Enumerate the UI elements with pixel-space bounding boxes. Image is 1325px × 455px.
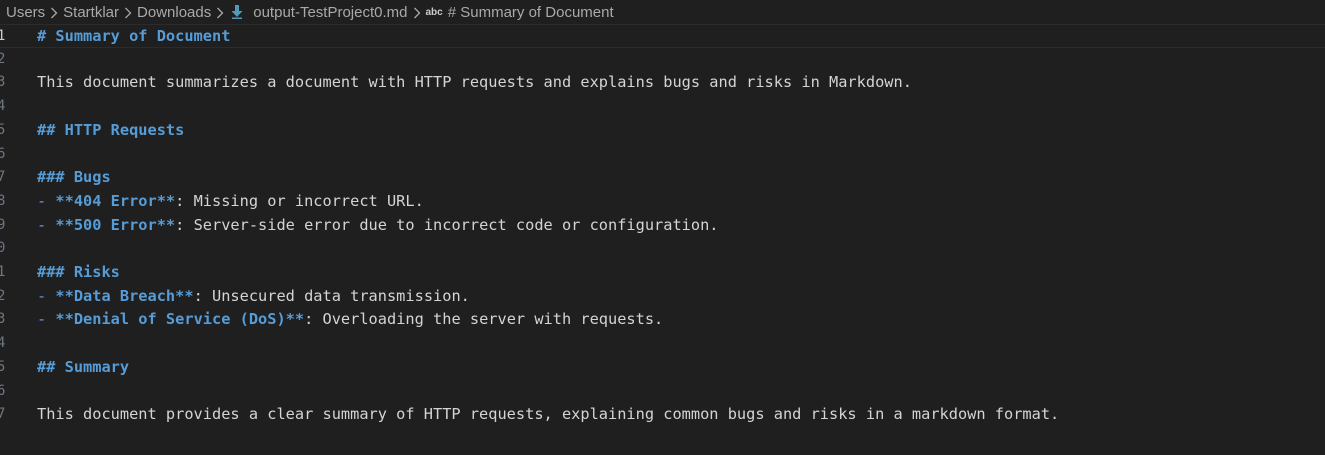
editor-line[interactable]: 7 ### Bugs [0,166,1325,190]
breadcrumb: Users Startklar Downloads output-TestPro… [0,0,1325,24]
editor-line[interactable]: 5 ## Summary [0,356,1325,380]
bold-text: **Denial of Service (DoS)** [55,310,305,329]
heading-2: ## Summary [37,357,130,376]
editor[interactable]: 1 # Summary of Document 2 3 This documen… [0,24,1325,455]
chevron-right-icon [211,4,229,21]
bold-text: **404 Error** [55,191,176,210]
list-item-text: : Unsecured data transmission. [193,286,470,305]
editor-line[interactable]: 2 - **Data Breach**: Unsecured data tran… [0,285,1325,309]
list-marker: - [37,215,56,234]
editor-line[interactable]: 9 - **500 Error**: Server-side error due… [0,214,1325,238]
line-number: 2 [0,50,6,67]
editor-line[interactable]: 4 [0,95,1325,119]
editor-line[interactable]: 6 [0,143,1325,167]
list-item: - **404 Error**: Missing or incorrect UR… [37,190,424,214]
line-number: 9 [0,216,6,233]
line-number: 5 [0,121,6,138]
line-number: 2 [0,287,6,304]
bold-text: **Data Breach** [55,286,194,305]
editor-line[interactable]: 5 ## HTTP Requests [0,119,1325,143]
line-number: 1 [0,264,6,280]
line-number: 4 [0,335,6,352]
list-item: - **500 Error**: Server-side error due t… [37,214,719,238]
line-number: 7 [0,169,6,186]
breadcrumb-item-file[interactable]: output-TestProject0.md [253,4,407,21]
editor-line[interactable]: 4 [0,332,1325,356]
bold-text: **500 Error** [55,215,176,234]
line-number: 3 [0,311,6,328]
paragraph-text: This document provides a clear summary o… [37,405,1060,424]
editor-line[interactable]: 2 [0,48,1325,72]
list-item: - **Data Breach**: Unsecured data transm… [37,285,470,309]
heading-3: ### Bugs [37,168,111,187]
editor-line[interactable]: 7 This document provides a clear summary… [0,403,1325,427]
markdown-download-icon [231,4,245,21]
breadcrumb-item-startklar[interactable]: Startklar [63,4,119,21]
list-item: - **Denial of Service (DoS)**: Overloadi… [37,308,663,332]
list-item-text: : Server-side error due to incorrect cod… [175,215,719,234]
editor-line[interactable]: 3 This document summarizes a document wi… [0,71,1325,95]
line-number: 7 [0,406,6,423]
line-number: 4 [0,98,6,115]
line-number: 0 [0,240,6,257]
list-marker: - [37,310,56,329]
line-number: 1 [0,28,6,44]
editor-line[interactable]: 1 # Summary of Document [0,24,1325,48]
line-number: 3 [0,74,6,91]
editor-line[interactable]: 0 [0,237,1325,261]
breadcrumb-item-symbol[interactable]: # Summary of Document [448,4,614,21]
chevron-right-icon [119,4,137,21]
chevron-right-icon [408,4,426,21]
editor-line[interactable]: 6 [0,380,1325,404]
list-marker: - [37,286,56,305]
breadcrumb-item-downloads[interactable]: Downloads [137,4,211,21]
editor-line[interactable]: 1 ### Risks [0,261,1325,285]
paragraph-text: This document summarizes a document with… [37,73,912,92]
line-number: 8 [0,192,6,209]
breadcrumb-item-users[interactable]: Users [6,4,45,21]
line-number: 6 [0,145,6,162]
list-item-text: : Overloading the server with requests. [304,310,664,329]
heading-3: ### Risks [37,263,120,281]
editor-line[interactable]: 8 - **404 Error**: Missing or incorrect … [0,190,1325,214]
line-number: 5 [0,358,6,375]
editor-line[interactable]: 3 - **Denial of Service (DoS)**: Overloa… [0,308,1325,332]
heading-1: # Summary of Document [37,27,231,45]
list-marker: - [37,191,56,210]
list-item-text: : Missing or incorrect URL. [175,191,424,210]
chevron-right-icon [45,4,63,21]
abc-string-icon: abc [425,6,443,18]
heading-2: ## HTTP Requests [37,120,185,139]
line-number: 6 [0,382,6,399]
